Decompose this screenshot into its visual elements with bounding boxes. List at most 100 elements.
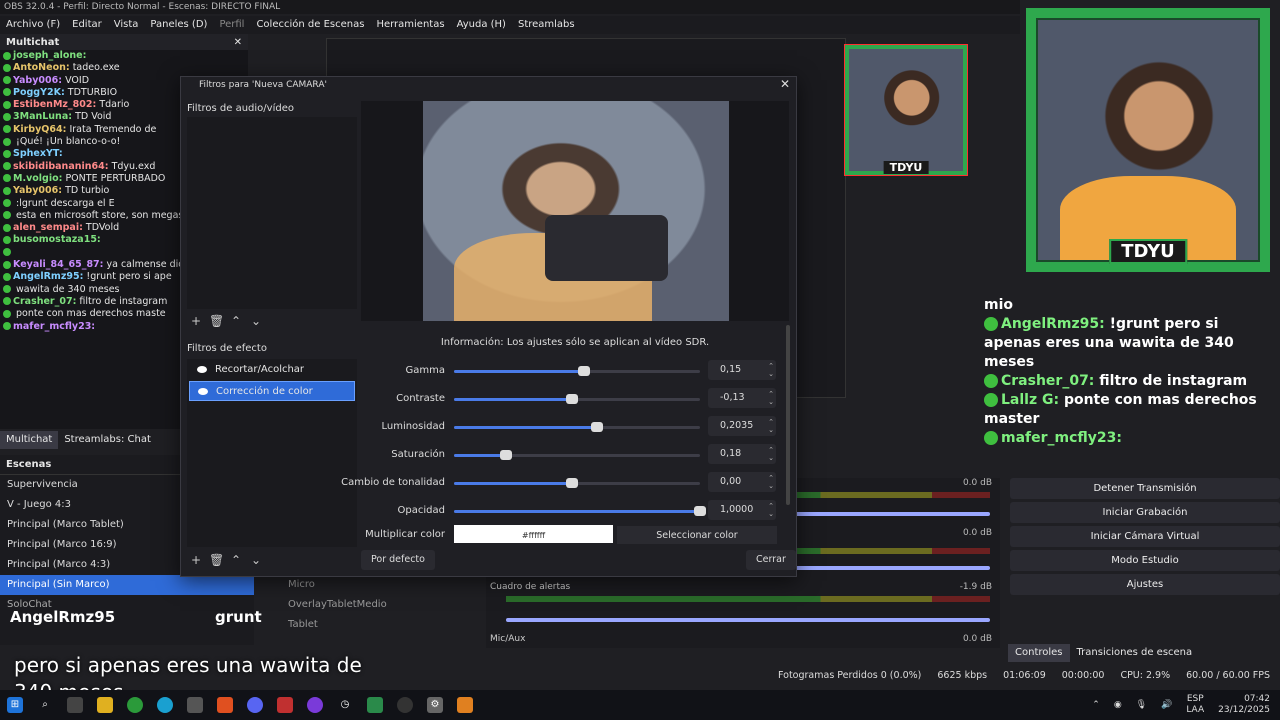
trash-icon[interactable]: 🗑: [209, 553, 224, 567]
chat-user[interactable]: AntoNeon:: [13, 62, 70, 73]
discord-icon[interactable]: [247, 697, 263, 713]
spinner-icon[interactable]: ⌃ ⌄: [768, 502, 774, 518]
add-icon[interactable]: +: [189, 314, 203, 328]
tab-transiciones[interactable]: Transiciones de escena: [1070, 644, 1200, 662]
app-icon[interactable]: [277, 697, 293, 713]
slider-handle[interactable]: [694, 506, 706, 516]
effect-item-selected[interactable]: Corrección de color: [189, 381, 355, 401]
menu-paneles[interactable]: Paneles (D): [148, 17, 209, 33]
spinner-icon[interactable]: ⌃ ⌄: [768, 418, 774, 434]
select-color-button[interactable]: Seleccionar color: [617, 526, 777, 544]
menu-vista[interactable]: Vista: [112, 17, 141, 33]
chat-user[interactable]: AngelRmz95:: [13, 271, 83, 282]
param-value-input[interactable]: 0,18 ⌃ ⌄: [708, 444, 776, 464]
param-slider[interactable]: [454, 422, 700, 432]
source-item[interactable]: Micro: [272, 575, 482, 595]
tab-multichat[interactable]: Multichat: [0, 431, 59, 449]
chat-user[interactable]: busomostaza15:: [13, 234, 101, 245]
param-value-input[interactable]: 0,00 ⌃ ⌄: [708, 472, 776, 492]
app-icon[interactable]: [367, 697, 383, 713]
spinner-icon[interactable]: ⌃ ⌄: [768, 390, 774, 406]
param-slider[interactable]: [454, 366, 700, 376]
slider-handle[interactable]: [566, 394, 579, 404]
slider-handle[interactable]: [499, 450, 512, 460]
param-value-input[interactable]: -0,13 ⌃ ⌄: [708, 388, 776, 408]
param-slider[interactable]: [454, 394, 700, 404]
search-icon[interactable]: ⌕: [37, 697, 53, 713]
menu-coleccion[interactable]: Colección de Escenas: [254, 17, 366, 33]
close-button[interactable]: Cerrar: [746, 550, 796, 570]
eye-icon[interactable]: [198, 388, 208, 395]
chrome-icon[interactable]: [127, 697, 143, 713]
network-icon[interactable]: ◉: [1114, 700, 1122, 710]
app-icon[interactable]: [457, 697, 473, 713]
chat-user[interactable]: mafer_mcfly23:: [13, 321, 95, 332]
start-virtualcam-button[interactable]: Iniciar Cámara Virtual: [1010, 526, 1280, 547]
spinner-icon[interactable]: ⌃ ⌄: [768, 362, 774, 378]
chat-user[interactable]: EstibenMz_802:: [13, 99, 96, 110]
eye-icon[interactable]: [197, 366, 207, 373]
chat-user[interactable]: Crasher_07:: [13, 296, 76, 307]
windows-icon[interactable]: ⊞: [7, 697, 23, 713]
add-icon[interactable]: +: [189, 553, 203, 567]
source-item[interactable]: Tablet: [272, 615, 482, 635]
menu-editar[interactable]: Editar: [70, 17, 104, 33]
default-button[interactable]: Por defecto: [361, 550, 435, 570]
chat-user[interactable]: Keyali_84_65_87:: [13, 259, 103, 270]
param-value-input[interactable]: 1,0000 ⌃ ⌄: [708, 500, 776, 520]
tab-controles[interactable]: Controles: [1008, 644, 1070, 662]
slider-handle[interactable]: [590, 422, 603, 432]
menu-ayuda[interactable]: Ayuda (H): [455, 17, 508, 33]
mic-icon[interactable]: 🎙: [1136, 700, 1147, 710]
param-slider[interactable]: [454, 450, 700, 460]
taskview-icon[interactable]: [67, 697, 83, 713]
menu-perfil[interactable]: Perfil: [217, 17, 246, 33]
menu-streamlabs[interactable]: Streamlabs: [516, 17, 577, 33]
obs-icon[interactable]: [397, 697, 413, 713]
close-icon[interactable]: ✕: [780, 77, 790, 91]
chat-user[interactable]: 3ManLuna:: [13, 111, 72, 122]
menu-herramientas[interactable]: Herramientas: [374, 17, 446, 33]
stop-stream-button[interactable]: Detener Transmisión: [1010, 478, 1280, 499]
up-icon[interactable]: ⌃: [229, 553, 243, 567]
param-slider[interactable]: [454, 478, 700, 488]
clock-app-icon[interactable]: ◷: [337, 697, 353, 713]
trash-icon[interactable]: 🗑: [209, 314, 224, 328]
effect-item[interactable]: Recortar/Acolchar: [189, 360, 355, 380]
down-icon[interactable]: ⌄: [249, 314, 263, 328]
studio-mode-button[interactable]: Modo Estudio: [1010, 550, 1280, 571]
webcam-source-preview[interactable]: TDYU: [844, 44, 968, 176]
close-icon[interactable]: ✕: [234, 37, 242, 48]
param-value-input[interactable]: 0,15 ⌃ ⌄: [708, 360, 776, 380]
chevron-up-icon[interactable]: ⌃: [1092, 700, 1100, 710]
app-icon[interactable]: [307, 697, 323, 713]
clock[interactable]: 07:42 23/12/2025: [1218, 694, 1270, 716]
chat-user[interactable]: SphexYT:: [13, 148, 63, 159]
settings-button[interactable]: Ajustes: [1010, 574, 1280, 595]
up-icon[interactable]: ⌃: [229, 314, 243, 328]
chat-user[interactable]: KirbyQ64:: [13, 124, 66, 135]
color-swatch[interactable]: #ffffff: [454, 525, 613, 543]
down-icon[interactable]: ⌄: [249, 553, 263, 567]
brave-icon[interactable]: [217, 697, 233, 713]
speaker-icon[interactable]: 🔊: [1161, 700, 1172, 710]
volume-fader[interactable]: [506, 618, 990, 622]
chat-user[interactable]: Yaby006:: [13, 75, 62, 86]
edge-icon[interactable]: [157, 697, 173, 713]
slider-handle[interactable]: [566, 478, 579, 488]
spinner-icon[interactable]: ⌃ ⌄: [768, 474, 774, 490]
source-item[interactable]: OverlayTabletMedio: [272, 595, 482, 615]
scene-item-selected[interactable]: Principal (Sin Marco): [0, 575, 254, 595]
chat-user[interactable]: Yaby006:: [13, 185, 62, 196]
menu-archivo[interactable]: Archivo (F): [4, 17, 62, 33]
chat-user[interactable]: skibidibananin64:: [13, 161, 109, 172]
chat-user[interactable]: alen_sempai:: [13, 222, 83, 233]
start-recording-button[interactable]: Iniciar Grabación: [1010, 502, 1280, 523]
tab-streamlabs-chat[interactable]: Streamlabs: Chat: [58, 431, 157, 449]
spinner-icon[interactable]: ⌃ ⌄: [768, 446, 774, 462]
chat-user[interactable]: M.volgio:: [13, 173, 62, 184]
folder-icon[interactable]: [97, 697, 113, 713]
slider-handle[interactable]: [578, 366, 591, 376]
scrollbar[interactable]: [786, 325, 790, 505]
param-value-input[interactable]: 0,2035 ⌃ ⌄: [708, 416, 776, 436]
